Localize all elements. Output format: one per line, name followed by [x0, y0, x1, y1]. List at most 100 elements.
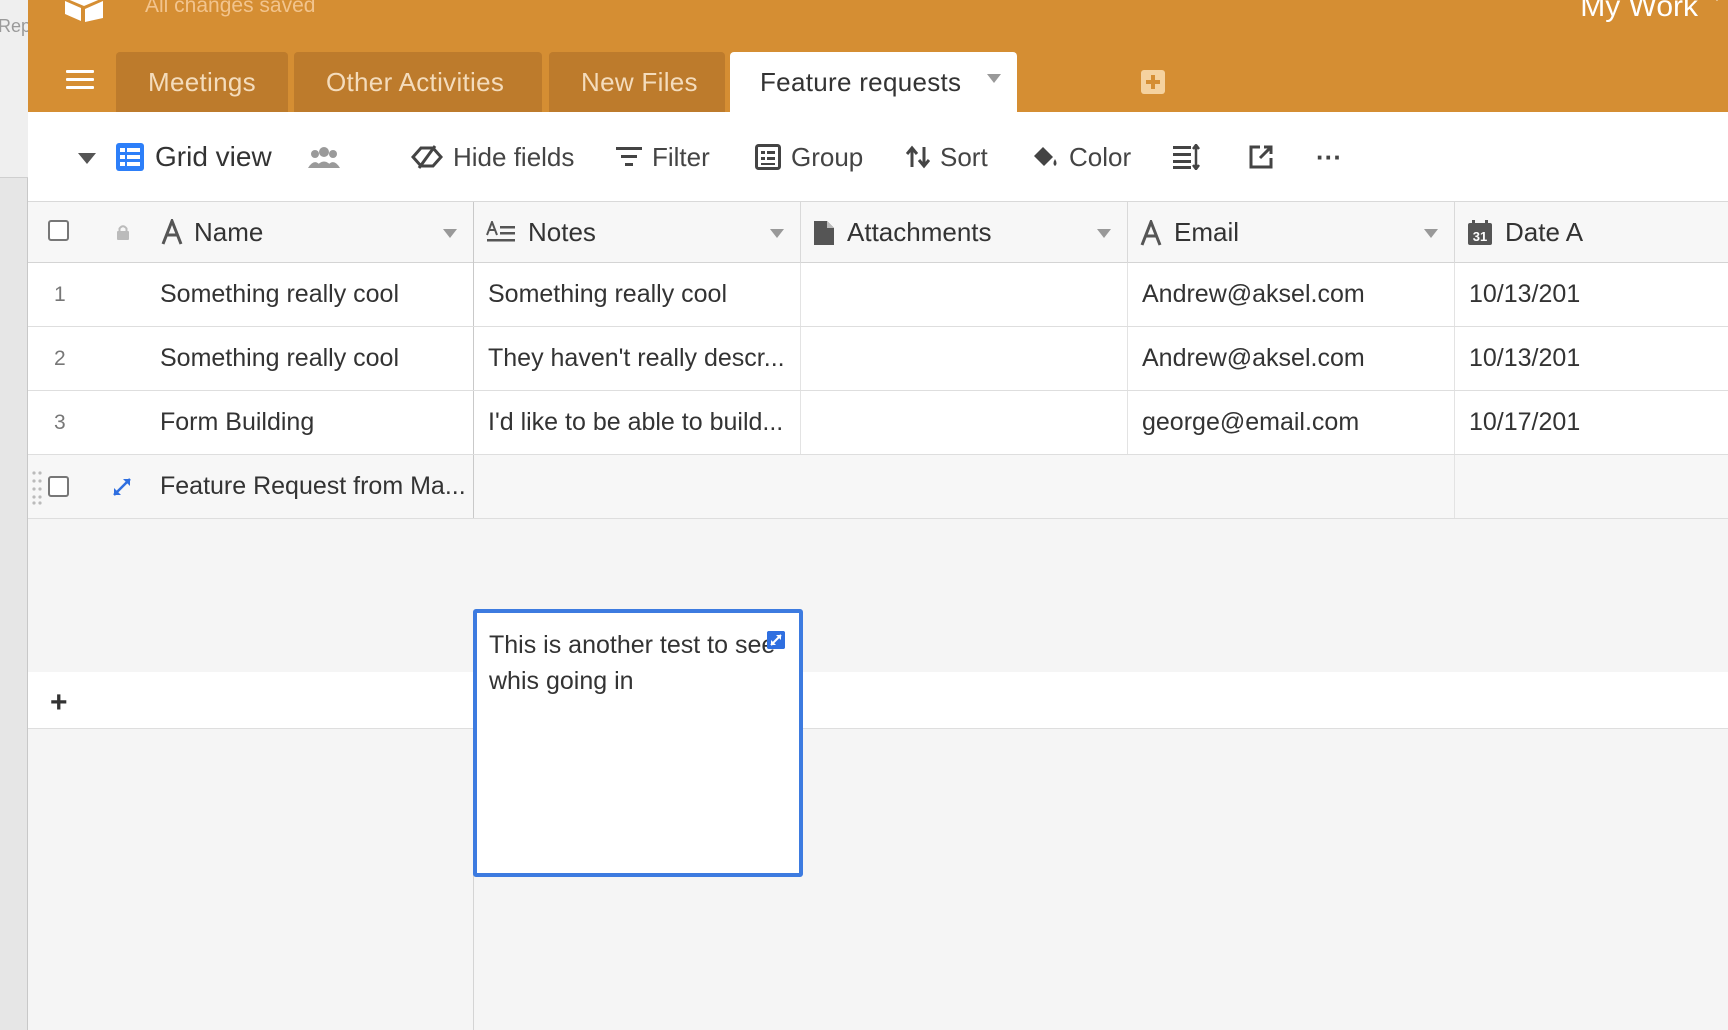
- row-number: 2: [54, 346, 66, 370]
- cell-attachments[interactable]: [801, 327, 1128, 390]
- text-icon: [1140, 219, 1162, 246]
- people-icon: [308, 147, 340, 168]
- background-window-text: Rep: [0, 16, 32, 36]
- table-row[interactable]: 3 Form Building I'd like to be able to b…: [28, 391, 1728, 455]
- table-row[interactable]: 2 Something really cool They haven't rea…: [28, 327, 1728, 391]
- column-header-name[interactable]: Name: [28, 202, 474, 263]
- base-header: All changes saved My Work Meetings Other…: [28, 0, 1728, 112]
- sort-icon: [906, 145, 930, 169]
- airtable-logo-icon[interactable]: [61, 0, 107, 22]
- share-icon: [1249, 145, 1273, 169]
- calendar-icon: 31: [1468, 219, 1492, 245]
- filter-button[interactable]: Filter: [616, 112, 710, 202]
- sort-button[interactable]: Sort: [906, 112, 988, 202]
- hide-fields-button[interactable]: Hide fields: [411, 112, 574, 202]
- group-icon: [755, 144, 781, 170]
- column-menu-caret-icon[interactable]: [770, 229, 784, 238]
- column-menu-caret-icon[interactable]: [1097, 229, 1111, 238]
- table-row[interactable]: 1 Something really cool Something really…: [28, 263, 1728, 327]
- tab-feature-requests[interactable]: Feature requests: [730, 52, 1017, 112]
- column-header-notes[interactable]: Notes: [474, 202, 801, 263]
- column-label: Notes: [528, 217, 596, 247]
- more-options-icon: ···: [1316, 141, 1342, 172]
- table-row[interactable]: Feature Request from Ma...: [28, 455, 1728, 519]
- tab-meetings[interactable]: Meetings: [116, 52, 288, 112]
- notes-editor-text[interactable]: This is another test to see whis going i…: [489, 631, 775, 695]
- text-icon: [161, 219, 183, 245]
- cell-date[interactable]: 10/13/201: [1455, 327, 1728, 390]
- cell-notes[interactable]: Something really cool: [474, 263, 801, 326]
- base-title[interactable]: My Work: [1580, 0, 1698, 24]
- hamburger-menu-icon[interactable]: [66, 70, 94, 94]
- cell-notes[interactable]: I'd like to be able to build...: [474, 391, 801, 454]
- cell-date[interactable]: [1455, 455, 1728, 518]
- base-menu-caret-icon[interactable]: [1710, 0, 1724, 1]
- cell-email[interactable]: Andrew@aksel.com: [1128, 263, 1455, 326]
- column-menu-caret-icon[interactable]: [1424, 229, 1438, 238]
- cell-attachments[interactable]: [801, 263, 1128, 326]
- cell-notes[interactable]: They haven't really descr...: [474, 327, 801, 390]
- add-table-icon[interactable]: [1141, 70, 1165, 94]
- background-window-edge: Rep: [0, 0, 32, 1030]
- view-name: Grid view: [155, 141, 272, 172]
- cell-date[interactable]: 10/17/201: [1455, 391, 1728, 454]
- cell-email[interactable]: [1128, 455, 1455, 518]
- cell-attachments[interactable]: [801, 391, 1128, 454]
- tab-menu-caret-icon[interactable]: [987, 74, 1001, 83]
- tab-label: New Files: [581, 66, 698, 97]
- add-record-row[interactable]: +: [28, 672, 1728, 729]
- column-header-date[interactable]: 31 Date A: [1455, 202, 1728, 263]
- expand-record-icon[interactable]: [112, 477, 132, 497]
- view-switcher-caret-icon[interactable]: [78, 153, 96, 164]
- grid-header-row: Name Notes Attachments Email 31 Date A: [28, 202, 1728, 263]
- expand-cell-icon[interactable]: [767, 631, 785, 649]
- sort-label: Sort: [940, 141, 988, 172]
- select-all-checkbox[interactable]: [48, 220, 69, 241]
- cell-name[interactable]: Something really cool: [146, 263, 474, 326]
- view-switcher[interactable]: Grid view: [115, 112, 272, 202]
- filter-label: Filter: [652, 141, 710, 172]
- more-options-button[interactable]: ···: [1316, 112, 1342, 202]
- filter-icon: [616, 147, 642, 166]
- expanded-notes-editor[interactable]: This is another test to see whis going i…: [473, 609, 803, 877]
- grid-view-icon: [116, 143, 144, 171]
- collaborators-button[interactable]: [308, 112, 350, 202]
- drag-handle-icon[interactable]: [32, 471, 42, 505]
- row-height-icon: [1173, 144, 1200, 170]
- tab-other-activities[interactable]: Other Activities: [294, 52, 542, 112]
- tab-new-files[interactable]: New Files: [549, 52, 725, 112]
- column-header-attachments[interactable]: Attachments: [801, 202, 1128, 263]
- cell-email[interactable]: Andrew@aksel.com: [1128, 327, 1455, 390]
- row-height-button[interactable]: [1173, 112, 1211, 202]
- color-label: Color: [1069, 141, 1132, 172]
- long-text-icon: [486, 220, 515, 241]
- share-view-button[interactable]: [1248, 112, 1284, 202]
- airtable-app: All changes saved My Work Meetings Other…: [28, 0, 1728, 1030]
- attachment-icon: [814, 220, 834, 245]
- hide-fields-label: Hide fields: [453, 141, 575, 172]
- cell-email[interactable]: george@email.com: [1128, 391, 1455, 454]
- column-header-email[interactable]: Email: [1128, 202, 1455, 263]
- group-button[interactable]: Group: [755, 112, 863, 202]
- add-record-icon[interactable]: +: [50, 686, 68, 720]
- row-number: 3: [54, 410, 66, 434]
- save-status: All changes saved: [145, 0, 316, 17]
- tab-label: Other Activities: [326, 66, 505, 97]
- cell-name[interactable]: Form Building: [146, 391, 474, 454]
- cell-date[interactable]: 10/13/201: [1455, 263, 1728, 326]
- records-grid: Name Notes Attachments Email 31 Date A 1…: [28, 202, 1728, 1030]
- row-checkbox[interactable]: [48, 476, 69, 497]
- column-menu-caret-icon[interactable]: [443, 229, 457, 238]
- column-label: Name: [194, 217, 264, 247]
- tab-label: Meetings: [148, 66, 256, 97]
- color-button[interactable]: Color: [1031, 112, 1131, 202]
- group-label: Group: [791, 141, 864, 172]
- column-label: Date A: [1505, 217, 1584, 247]
- cell-name[interactable]: Feature Request from Ma...: [146, 455, 474, 518]
- cell-name[interactable]: Something really cool: [146, 327, 474, 390]
- calendar-icon-text: 31: [1473, 229, 1487, 244]
- tab-label: Feature requests: [760, 66, 962, 97]
- column-label: Email: [1174, 217, 1240, 247]
- row-number: 1: [54, 282, 66, 306]
- eye-slash-icon: [411, 145, 443, 169]
